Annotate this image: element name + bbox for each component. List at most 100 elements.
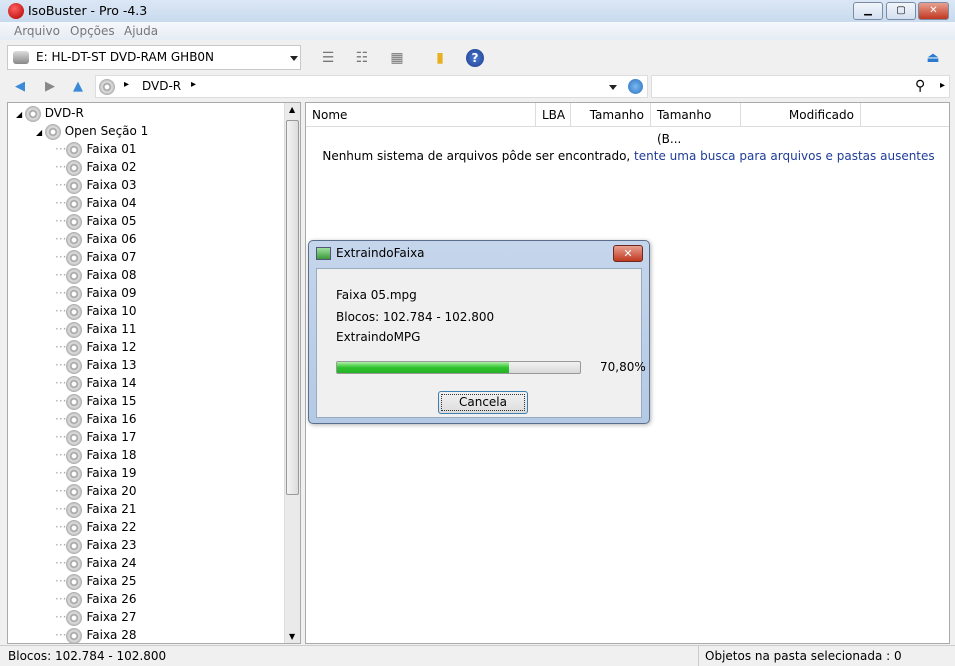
drive-select[interactable]: E: HL-DT-ST DVD-RAM GHB0N [7, 45, 301, 70]
menu-opcoes[interactable]: Opções [70, 24, 115, 38]
tree-item-track[interactable]: ··· Faixa 13 [55, 356, 136, 374]
tree-item-track[interactable]: ··· Faixa 14 [55, 374, 136, 392]
list-view-icon[interactable]: ☰ [319, 49, 337, 67]
tree-item-track[interactable]: ··· Faixa 18 [55, 446, 136, 464]
breadcrumb-dvd-r[interactable]: DVD-R [142, 79, 181, 93]
up-icon[interactable]: ▲ [73, 79, 83, 94]
disc-icon [66, 519, 83, 536]
scrollbar-thumb[interactable] [286, 120, 299, 495]
tree-item-track[interactable]: ··· Faixa 11 [55, 320, 136, 338]
disc-icon [66, 213, 83, 230]
tree-item-track[interactable]: ··· Faixa 07 [55, 248, 136, 266]
tree-label: Faixa 28 [86, 628, 137, 642]
disc-icon [66, 177, 83, 194]
disc-icon [66, 231, 83, 248]
disc-icon [66, 447, 83, 464]
column-tamanho[interactable]: Tamanho [571, 103, 651, 127]
disc-icon [66, 141, 83, 158]
tree-label: Faixa 08 [86, 268, 137, 282]
disc-icon [66, 429, 83, 446]
progress-label: 70,80% [600, 360, 646, 374]
tree-item-track[interactable]: ··· Faixa 05 [55, 212, 136, 230]
tree-label: Faixa 01 [86, 142, 137, 156]
tree-item-track[interactable]: ··· Faixa 28 [55, 626, 137, 643]
tree-label: Faixa 07 [86, 250, 137, 264]
dialog-title: ExtraindoFaixa [336, 246, 425, 260]
dialog-close-button[interactable]: ✕ [613, 245, 643, 262]
disc-icon [66, 627, 83, 643]
forward-icon[interactable]: ▶ [45, 79, 55, 94]
tree-label: Faixa 17 [86, 430, 137, 444]
menu-arquivo[interactable]: Arquivo [14, 24, 60, 38]
empty-message-text: Nenhum sistema de arquivos pôde ser enco… [322, 149, 631, 163]
icon-view-icon[interactable]: ▦ [388, 49, 406, 67]
tree-item-track[interactable]: ··· Faixa 04 [55, 194, 136, 212]
column-lba[interactable]: LBA [536, 103, 571, 127]
status-blocks: Blocos: 102.784 - 102.800 [8, 649, 167, 663]
tree-label: Faixa 11 [86, 322, 137, 336]
disc-icon [66, 411, 83, 428]
tree-item-track[interactable]: ··· Faixa 23 [55, 536, 136, 554]
tree-scrollbar[interactable]: ▲ ▼ [284, 103, 300, 643]
tree-item-track[interactable]: ··· Faixa 19 [55, 464, 136, 482]
tree-item-track[interactable]: ··· Faixa 15 [55, 392, 136, 410]
disc-icon [66, 465, 83, 482]
close-button[interactable]: ✕ [918, 2, 949, 20]
drive-icon [13, 51, 29, 64]
column-nome[interactable]: Nome [306, 103, 536, 127]
menu-bar: Arquivo Opções Ajuda [0, 22, 955, 40]
tree-item-track[interactable]: ··· Faixa 03 [55, 176, 136, 194]
breadcrumb-separator[interactable]: ▸ [124, 79, 129, 90]
extract-folder-icon[interactable]: ▮ [431, 49, 449, 67]
tree-item-track[interactable]: ··· Faixa 09 [55, 284, 136, 302]
tree-item-track[interactable]: ··· Faixa 08 [55, 266, 136, 284]
breadcrumb-separator[interactable]: ▸ [191, 79, 196, 90]
tree-item-dvd-r[interactable]: ◢ DVD-R [16, 104, 84, 122]
tree-item-track[interactable]: ··· Faixa 12 [55, 338, 136, 356]
cancel-button[interactable]: Cancela [438, 391, 528, 414]
folder-tree: ◢ DVD-R ◢ Open Seção 1 ··· Faixa 01 ··· Fai… [7, 102, 301, 644]
help-icon[interactable]: ? [466, 49, 484, 67]
chevron-down-icon[interactable] [609, 85, 617, 90]
disc-icon [99, 79, 115, 95]
chevron-right-icon[interactable]: ▸ [940, 80, 945, 91]
details-view-icon[interactable]: ☷ [353, 49, 371, 67]
tree-label: Faixa 26 [86, 592, 137, 606]
minimize-button[interactable]: ▁ [853, 2, 883, 20]
tree-item-session[interactable]: ◢ Open Seção 1 [36, 122, 148, 140]
chevron-down-icon [290, 56, 298, 61]
column-tamanho-bytes[interactable]: Tamanho (B... [651, 103, 741, 146]
disc-icon [66, 195, 83, 212]
search-icon[interactable]: ⚲ [915, 78, 925, 94]
address-bar[interactable]: ▸ DVD-R ▸ [95, 75, 648, 98]
column-modificado[interactable]: Modificado [741, 103, 861, 127]
back-icon[interactable]: ◀ [15, 79, 25, 94]
scroll-up-icon[interactable]: ▲ [289, 105, 295, 114]
go-icon[interactable] [628, 79, 643, 94]
tree-item-track[interactable]: ··· Faixa 25 [55, 572, 136, 590]
tree-item-track[interactable]: ··· Faixa 27 [55, 608, 136, 626]
search-missing-link[interactable]: tente uma busca para arquivos e pastas a… [634, 149, 935, 163]
tree-item-track[interactable]: ··· Faixa 21 [55, 500, 136, 518]
disc-icon [66, 591, 83, 608]
tree-item-track[interactable]: ··· Faixa 26 [55, 590, 136, 608]
tree-item-track[interactable]: ··· Faixa 20 [55, 482, 136, 500]
tree-item-track[interactable]: ··· Faixa 02 [55, 158, 136, 176]
tree-item-track[interactable]: ··· Faixa 01 [55, 140, 136, 158]
menu-ajuda[interactable]: Ajuda [124, 24, 158, 38]
eject-icon[interactable]: ⏏ [924, 49, 942, 67]
tree-item-track[interactable]: ··· Faixa 16 [55, 410, 136, 428]
tree-item-track[interactable]: ··· Faixa 06 [55, 230, 136, 248]
tree-item-track[interactable]: ··· Faixa 24 [55, 554, 136, 572]
scroll-down-icon[interactable]: ▼ [289, 632, 295, 641]
tree-item-track[interactable]: ··· Faixa 10 [55, 302, 136, 320]
tree-label: Faixa 24 [86, 556, 137, 570]
disc-icon [66, 609, 83, 626]
disc-icon [66, 375, 83, 392]
maximize-button[interactable]: ▢ [886, 2, 916, 20]
search-input[interactable]: ⚲ ▸ [651, 75, 950, 98]
tree-item-track[interactable]: ··· Faixa 22 [55, 518, 136, 536]
tree-item-track[interactable]: ··· Faixa 17 [55, 428, 136, 446]
progress-bar [336, 361, 581, 374]
tree-label: Open Seção 1 [64, 124, 149, 138]
